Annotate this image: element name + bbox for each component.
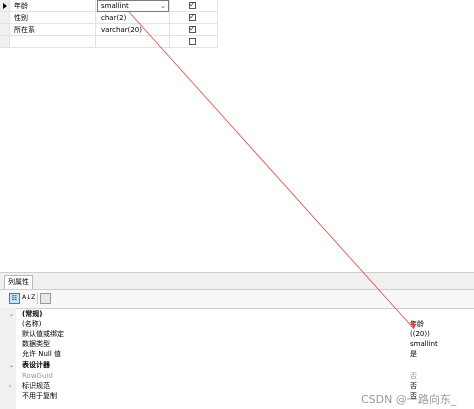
categorized-view-icon[interactable]: ☷	[9, 293, 20, 304]
allow-null-checkbox[interactable]: ✓	[189, 12, 196, 21]
allow-null-cell: ✓	[170, 0, 218, 12]
table-row[interactable]: 所在系 varchar(20) ✓	[0, 24, 218, 36]
property-name: 标识规范	[22, 382, 50, 390]
property-row[interactable]: › 标识规范 否	[0, 382, 474, 391]
allow-null-cell	[170, 36, 218, 48]
property-name: (名称)	[22, 320, 42, 328]
property-row[interactable]: (名称) 年龄	[0, 320, 474, 329]
property-row[interactable]: 数据类型 smallint	[0, 340, 474, 349]
alphabetical-sort-icon[interactable]: A↓Z	[22, 293, 35, 304]
allow-null-cell: ✓	[170, 12, 218, 24]
column-name-cell[interactable]: 所在系	[10, 24, 96, 36]
property-row[interactable]: 默认值或绑定 ((20))	[0, 330, 474, 339]
table-row[interactable]: 性别 char(2) ✓	[0, 12, 218, 24]
property-value[interactable]: 年龄	[410, 320, 424, 329]
watermark: CSDN @一路向东_	[361, 393, 457, 406]
toolbar-divider	[37, 293, 38, 304]
column-name-cell[interactable]	[10, 36, 96, 48]
row-selector[interactable]	[0, 12, 10, 24]
property-value[interactable]: 否	[410, 372, 417, 381]
properties-pane-header	[0, 272, 474, 290]
tab-column-properties[interactable]: 列属性	[4, 275, 33, 289]
expand-icon[interactable]: ›	[9, 382, 11, 391]
data-type-cell[interactable]: char(2)	[96, 12, 170, 24]
data-type-cell[interactable]: varchar(20)	[96, 24, 170, 36]
property-name: 默认值或绑定	[22, 330, 64, 338]
property-category[interactable]: ⌄ (常规)	[0, 310, 474, 319]
column-name-cell[interactable]: 性别	[10, 12, 96, 24]
row-selector[interactable]	[0, 36, 10, 48]
checkmark-icon: ✓	[189, 12, 196, 21]
property-name: 不用于复制	[22, 392, 57, 400]
property-row[interactable]: RowGuid 否	[0, 372, 474, 381]
property-name: 表设计器	[22, 361, 50, 369]
table-row[interactable]: 年龄 smallint ⌄ ✓	[0, 0, 218, 12]
property-category[interactable]: ⌄ 表设计器	[0, 361, 474, 370]
property-name: (常规)	[22, 310, 43, 318]
allow-null-checkbox[interactable]: ✓	[189, 0, 196, 9]
property-name: RowGuid	[22, 372, 53, 380]
property-row[interactable]: 允许 Null 值 是	[0, 350, 474, 359]
property-name: 数据类型	[22, 340, 50, 348]
allow-null-checkbox[interactable]	[189, 38, 196, 45]
collapse-icon[interactable]: ⌄	[9, 310, 14, 319]
column-name-cell[interactable]: 年龄	[10, 0, 96, 12]
properties-toolbar: ☷ A↓Z	[0, 289, 474, 309]
checkmark-icon: ✓	[189, 24, 196, 33]
property-value[interactable]: 否	[410, 382, 417, 391]
allow-null-checkbox[interactable]: ✓	[189, 24, 196, 33]
data-type-cell[interactable]	[96, 36, 170, 48]
chevron-down-icon[interactable]: ⌄	[160, 2, 166, 11]
current-row-arrow-icon	[3, 3, 7, 9]
property-pages-icon[interactable]	[40, 293, 51, 304]
property-value[interactable]: smallint	[410, 340, 438, 349]
row-selector[interactable]	[0, 24, 10, 36]
checkmark-icon: ✓	[189, 0, 196, 9]
property-value[interactable]: ((20))	[410, 330, 430, 339]
property-value[interactable]: 是	[410, 350, 417, 359]
table-row[interactable]	[0, 36, 218, 48]
allow-null-cell: ✓	[170, 24, 218, 36]
data-type-value: smallint	[101, 2, 129, 10]
collapse-icon[interactable]: ⌄	[9, 361, 14, 370]
row-selector[interactable]	[0, 0, 10, 12]
data-type-dropdown[interactable]: smallint ⌄	[97, 0, 169, 12]
property-name: 允许 Null 值	[22, 350, 62, 358]
